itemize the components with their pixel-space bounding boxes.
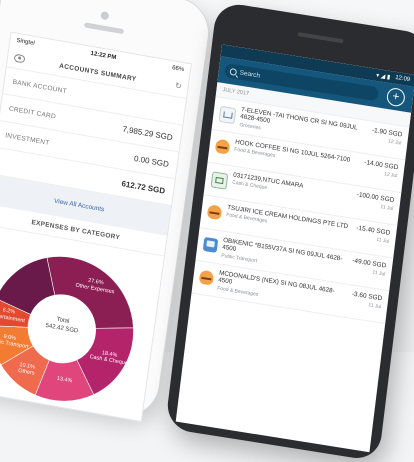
search-placeholder: Search	[239, 68, 261, 80]
account-label: BANK ACCOUNT	[12, 78, 68, 95]
android-screen: ▾ ◢ ▮ 12:09 Search + JULY 2017 7-ELEVEN …	[175, 44, 414, 453]
battery-label: 66%	[171, 65, 185, 74]
signal-icon: ▾ ◢ ▮	[375, 72, 391, 81]
food-icon	[206, 204, 223, 221]
cash-icon	[210, 171, 229, 190]
account-value: 0.00 SGD	[133, 153, 170, 169]
speaker-grille	[297, 32, 344, 44]
transaction-amount-block: -100.00 SGD 11 Jul	[355, 191, 394, 212]
speaker-grille	[84, 22, 125, 35]
search-icon	[229, 67, 238, 76]
transaction-amount-block: -15.40 SGD 11 Jul	[355, 225, 391, 245]
refresh-icon[interactable]: ↻	[174, 81, 182, 91]
eye-icon[interactable]	[13, 53, 26, 64]
transport-icon	[202, 236, 219, 253]
clock: 12:22 PM	[90, 50, 117, 62]
food-icon	[198, 269, 215, 286]
expenses-donut-chart: 27.6% Other Expenses 18.4% Cash & Cheque 1…	[0, 225, 164, 422]
food-icon	[214, 138, 231, 155]
transaction-amount-block: -49.00 SGD 11 Jul	[351, 257, 387, 277]
transaction-amount-block: -14.00 SGD 12 Jul	[363, 159, 399, 179]
account-label: CREDIT CARD	[8, 104, 57, 121]
transaction-amount-block: -1.90 SGD 12 Jul	[371, 127, 403, 147]
grocery-icon	[218, 105, 237, 125]
transaction-amount-block: -3.60 SGD 11 Jul	[350, 291, 382, 311]
clock: 12:09	[394, 74, 411, 84]
transaction-list: 7-ELEVEN -TAI THONG CR SI NG 09JUL 4628-…	[191, 96, 410, 325]
account-value: 7,985.29 SGD	[121, 123, 174, 142]
add-transaction-button[interactable]: +	[385, 86, 406, 108]
account-label: INVESTMENT	[4, 131, 50, 147]
carrier-label: Singtel	[16, 37, 35, 47]
iphone-screen: Singtel 12:22 PM 66% ACCOUNTS SUMMARY ↻ …	[0, 31, 193, 423]
camera-dot	[100, 11, 110, 21]
